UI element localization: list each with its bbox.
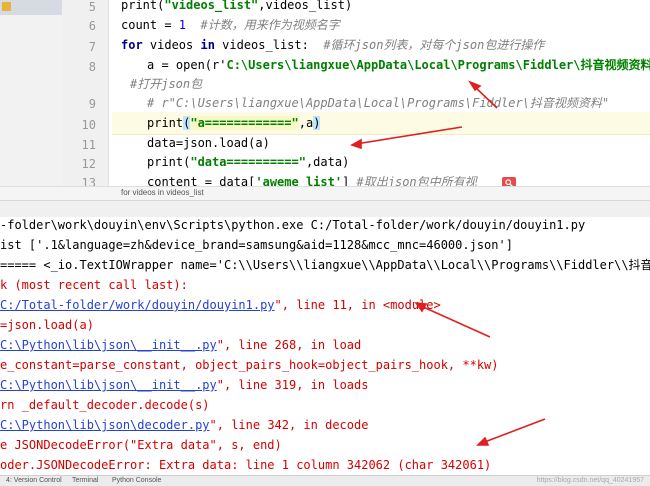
line-number: 8 xyxy=(88,60,96,74)
code-token: data=json.load(a) xyxy=(147,136,270,150)
project-panel-selected-row[interactable] xyxy=(0,0,62,15)
code-comment: # r"C:\Users\liangxue\AppData\Local\Prog… xyxy=(147,96,610,110)
code-token: print xyxy=(147,116,184,130)
code-token: ,data) xyxy=(305,155,350,169)
code-editor[interactable]: 5 6 7 8 9 10 11 12 13 print("videos_list… xyxy=(0,0,650,186)
traceback-frame: C:\Python\lib\json\decoder.py", line 342… xyxy=(0,415,650,435)
line-number: 5 xyxy=(88,0,96,14)
code-token: ,videos_list) xyxy=(258,0,353,12)
code-token: videos_list: xyxy=(214,38,324,52)
run-console[interactable]: -folder\work\douyin\env\Scripts\python.e… xyxy=(0,217,650,475)
code-token: content = data[ xyxy=(147,175,256,186)
line-number: 13 xyxy=(81,176,96,186)
line-number: 6 xyxy=(88,19,96,33)
code-string: "videos_list" xyxy=(164,0,259,12)
code-token: print( xyxy=(147,155,191,169)
code-token: videos xyxy=(142,38,201,52)
traceback-location: ", line 319, in loads xyxy=(216,378,369,392)
traceback-frame: C:\Python\lib\json\__init__.py", line 31… xyxy=(0,375,650,395)
watermark: https://blog.csdn.net/qq_40241957 xyxy=(536,477,644,484)
code-string: C:\Users\liangxue\AppData\Local\Programs… xyxy=(226,58,650,72)
line-number: 10 xyxy=(81,118,96,132)
code-token: ,a xyxy=(298,116,314,130)
line-number: 12 xyxy=(81,157,96,171)
code-string: "a============" xyxy=(190,116,299,130)
code-keyword: for xyxy=(121,38,143,52)
console-line: ===== <_io.TextIOWrapper name='C:\\Users… xyxy=(0,258,650,272)
console-line: ist ['.1&language=zh&device_brand=samsun… xyxy=(0,238,513,252)
traceback-location: ", line 268, in load xyxy=(216,338,362,352)
traceback-file-link[interactable]: C:\Python\lib\json\__init__.py xyxy=(0,378,217,392)
traceback-file-link[interactable]: C:\Python\lib\json\decoder.py xyxy=(0,418,210,432)
code-line-13[interactable]: content = data['aweme_list'] #取出json包中所有… xyxy=(147,171,650,186)
error-message: oder.JSONDecodeError: Extra data: line 1… xyxy=(0,458,492,472)
traceback-frame: C:/Total-folder/work/douyin/douyin1.py",… xyxy=(0,295,650,315)
code-comment: #打开json包 xyxy=(130,77,203,91)
code-token: a = open(r' xyxy=(147,58,227,72)
code-token: print( xyxy=(121,0,165,12)
terminal-tab[interactable]: Terminal xyxy=(72,477,98,484)
version-control-tab[interactable]: 4: Version Control xyxy=(6,477,62,484)
traceback-frame: C:\Python\lib\json\__init__.py", line 26… xyxy=(0,335,650,355)
traceback-file-link[interactable]: C:/Total-folder/work/douyin/douyin1.py xyxy=(0,298,275,312)
file-warning-icon xyxy=(2,2,11,11)
search-icon[interactable] xyxy=(502,177,516,186)
line-number: 11 xyxy=(81,138,96,152)
traceback-code: =json.load(a) xyxy=(0,318,94,332)
traceback-location: ", line 11, in <module> xyxy=(274,298,441,312)
project-panel xyxy=(0,0,62,186)
panel-splitter[interactable] xyxy=(0,200,650,218)
traceback-location: ", line 342, in decode xyxy=(209,418,369,432)
code-comment: #循环json列表，对每个json包进行操作 xyxy=(323,38,545,52)
bracket-match: ) xyxy=(313,116,321,130)
line-number-gutter: 5 6 7 8 9 10 11 12 13 xyxy=(62,0,109,186)
traceback-header: k (most recent call last): xyxy=(0,278,188,292)
code-string: 'aweme_list' xyxy=(255,175,343,186)
traceback-code: e_constant=parse_constant, object_pairs_… xyxy=(0,358,499,372)
code-keyword: in xyxy=(200,38,215,52)
traceback-code: rn _default_decoder.decode(s) xyxy=(0,398,210,412)
console-line: -folder\work\douyin\env\Scripts\python.e… xyxy=(0,218,586,232)
line-number: 9 xyxy=(88,97,96,111)
code-string: "data==========" xyxy=(190,155,306,169)
traceback-file-link[interactable]: C:\Python\lib\json\__init__.py xyxy=(0,338,217,352)
tool-window-bar: 4: Version Control Terminal Python Conso… xyxy=(0,475,650,486)
line-number: 7 xyxy=(88,40,96,54)
code-comment: #取出json包中所有视 xyxy=(356,175,477,186)
python-console-tab[interactable]: Python Console xyxy=(112,477,161,484)
code-token: ] xyxy=(342,175,357,186)
code-comment: #计数，用来作为视频名字 xyxy=(186,18,340,32)
breadcrumb-label[interactable]: for videos in videos_list xyxy=(121,188,204,197)
code-token: count = xyxy=(121,18,179,32)
traceback-code: e JSONDecodeError("Extra data", s, end) xyxy=(0,438,282,452)
breadcrumb[interactable]: for videos in videos_list xyxy=(0,186,650,201)
code-number: 1 xyxy=(178,18,187,32)
